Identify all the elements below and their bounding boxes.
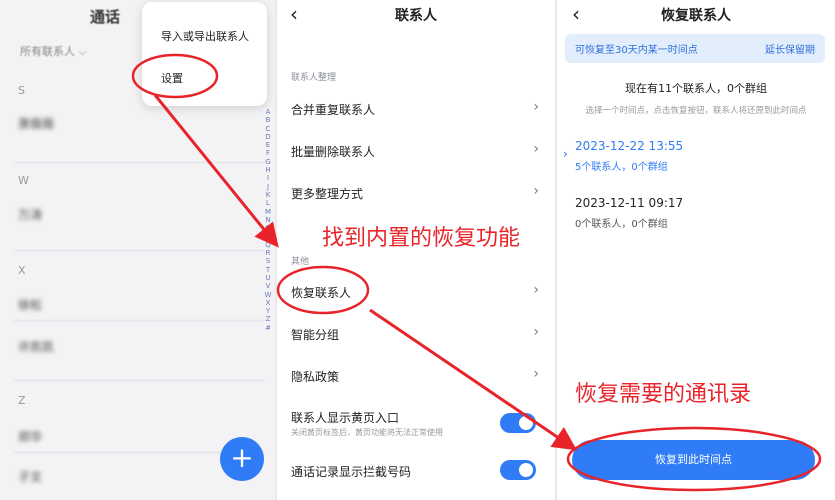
selected-indicator-icon: › [563, 147, 568, 161]
restore-hint: 选择一个时间点，点击恢复按钮，联系人将还原到此时间点 [585, 106, 807, 116]
restore-contacts-item[interactable]: 恢复联系人 [291, 284, 541, 301]
chevron-right-icon: › [533, 366, 539, 382]
yellow-page-sub: 关闭黄页标签后，黄页功能将无法正常使用 [291, 428, 443, 437]
divider [14, 250, 265, 251]
banner-text: 可恢复至30天内某一时间点 [575, 45, 698, 56]
more-organize-item[interactable]: 更多整理方式 [291, 185, 541, 202]
page-title: 恢复联系人 [661, 8, 731, 24]
plus-icon: + [230, 441, 254, 474]
alphabet-index-letter[interactable]: P [262, 232, 274, 240]
intercept-toggle[interactable] [500, 460, 536, 480]
batch-delete-item[interactable]: 批量删除联系人 [291, 143, 541, 160]
timepoint-summary: 0个联系人，0个群组 [575, 219, 668, 230]
annotation-find-builtin: 找到内置的恢复功能 [322, 226, 521, 251]
smart-group-item[interactable]: 智能分组 [291, 326, 541, 343]
alphabet-index-letter[interactable]: C [262, 125, 274, 133]
section-letter-s: S [18, 84, 25, 97]
alphabet-index-letter[interactable]: E [262, 141, 274, 149]
restore-contacts-panel: ‹ 恢复联系人 可恢复至30天内某一时间点 延长保留期 现在有11个联系人，0个… [557, 0, 835, 500]
list-item[interactable]: 许凯凯 [18, 338, 54, 355]
alphabet-index-letter[interactable]: Z [262, 315, 274, 323]
add-contact-button[interactable]: + [220, 437, 264, 481]
section-label-organize: 联系人整理 [291, 73, 337, 83]
item-label: 合并重复联系人 [291, 103, 376, 117]
list-item[interactable]: 郑华 [18, 428, 42, 445]
alphabet-index-letter[interactable]: V [262, 282, 274, 290]
chevron-right-icon: › [533, 324, 539, 340]
alphabet-index-letter[interactable]: T [262, 266, 274, 274]
chevron-right-icon: › [533, 183, 539, 199]
section-label-other: 其他 [291, 257, 310, 267]
alphabet-index-letter[interactable]: D [262, 133, 274, 141]
alphabet-index-letter[interactable]: F [262, 149, 274, 157]
alphabet-index-letter[interactable]: I [262, 174, 274, 182]
alphabet-index-letter[interactable]: N [262, 216, 274, 224]
contact-filter-dropdown[interactable]: 所有联系人 ⌵ [20, 43, 87, 59]
chevron-right-icon: › [533, 141, 539, 157]
section-letter-x: X [18, 264, 26, 277]
item-label: 恢复联系人 [291, 286, 352, 300]
chevron-down-icon: ⌵ [78, 45, 87, 58]
chevron-right-icon: › [533, 282, 539, 298]
item-label: 智能分组 [291, 328, 340, 342]
item-label: 批量删除联系人 [291, 145, 376, 159]
alphabet-index-letter[interactable]: X [262, 299, 274, 307]
alphabet-index-letter[interactable]: G [262, 158, 274, 166]
section-letter-z: Z [18, 394, 26, 407]
alphabet-index-letter[interactable]: R [262, 249, 274, 257]
alphabet-index-letter[interactable]: B [262, 116, 274, 124]
overflow-menu: 导入或导出联系人 设置 [142, 2, 267, 106]
divider [14, 380, 265, 381]
page-title: 联系人 [395, 8, 437, 24]
item-label: 更多整理方式 [291, 187, 364, 201]
menu-item-settings[interactable]: 设置 [161, 70, 183, 86]
timepoint-date[interactable]: 2023-12-22 13:55 [575, 139, 683, 153]
list-item[interactable]: 徐松 [18, 296, 42, 313]
alphabet-index-letter[interactable]: Q [262, 241, 274, 249]
list-item[interactable]: 万涛 [18, 206, 42, 223]
retention-banner: 可恢复至30天内某一时间点 延长保留期 [565, 34, 825, 63]
chevron-right-icon: › [533, 99, 539, 115]
annotation-restore-needed: 恢复需要的通讯录 [575, 382, 752, 407]
menu-item-import-export[interactable]: 导入或导出联系人 [161, 28, 249, 44]
contacts-list-panel: 通话 所有联系人 ⌵ S 萧薇薇 W 万涛 X 徐松 许凯凯 Z 郑华 子文 A… [0, 0, 275, 500]
alphabet-index-bar[interactable]: A B C D E F G H I J K L M N O P Q R S T U V W X Y Z # [262, 108, 274, 332]
alphabet-index-letter[interactable]: A [262, 108, 274, 116]
current-count: 现在有11个联系人，0个群组 [625, 82, 767, 95]
alphabet-index-letter[interactable]: W [262, 291, 274, 299]
alphabet-index-letter[interactable]: Y [262, 307, 274, 315]
restore-to-timepoint-button[interactable]: 恢复到此时间点 [572, 440, 815, 480]
alphabet-index-letter[interactable]: L [262, 199, 274, 207]
timepoint-summary: 5个联系人，0个群组 [575, 162, 668, 173]
list-item[interactable]: 子文 [18, 468, 42, 485]
section-letter-w: W [18, 174, 29, 187]
alphabet-index-letter[interactable]: M [262, 208, 274, 216]
alphabet-index-letter[interactable]: H [262, 166, 274, 174]
alphabet-index-letter[interactable]: K [262, 191, 274, 199]
divider [14, 162, 265, 163]
alphabet-index-letter[interactable]: # [262, 324, 274, 332]
yellow-page-toggle[interactable] [500, 413, 536, 433]
alphabet-index-letter[interactable]: U [262, 274, 274, 282]
merge-duplicates-item[interactable]: 合并重复联系人 [291, 101, 541, 118]
list-item[interactable]: 萧薇薇 [18, 115, 54, 132]
divider [14, 320, 265, 321]
alphabet-index-letter[interactable]: J [262, 183, 274, 191]
timepoint-date[interactable]: 2023-12-11 09:17 [575, 196, 683, 210]
extend-retention-link[interactable]: 延长保留期 [765, 41, 815, 56]
alphabet-index-letter[interactable]: S [262, 257, 274, 265]
alphabet-index-letter[interactable]: O [262, 224, 274, 232]
privacy-policy-item[interactable]: 隐私政策 [291, 368, 541, 385]
filter-label: 所有联系人 [20, 45, 75, 58]
page-title: 通话 [90, 8, 121, 26]
item-label: 隐私政策 [291, 370, 340, 384]
